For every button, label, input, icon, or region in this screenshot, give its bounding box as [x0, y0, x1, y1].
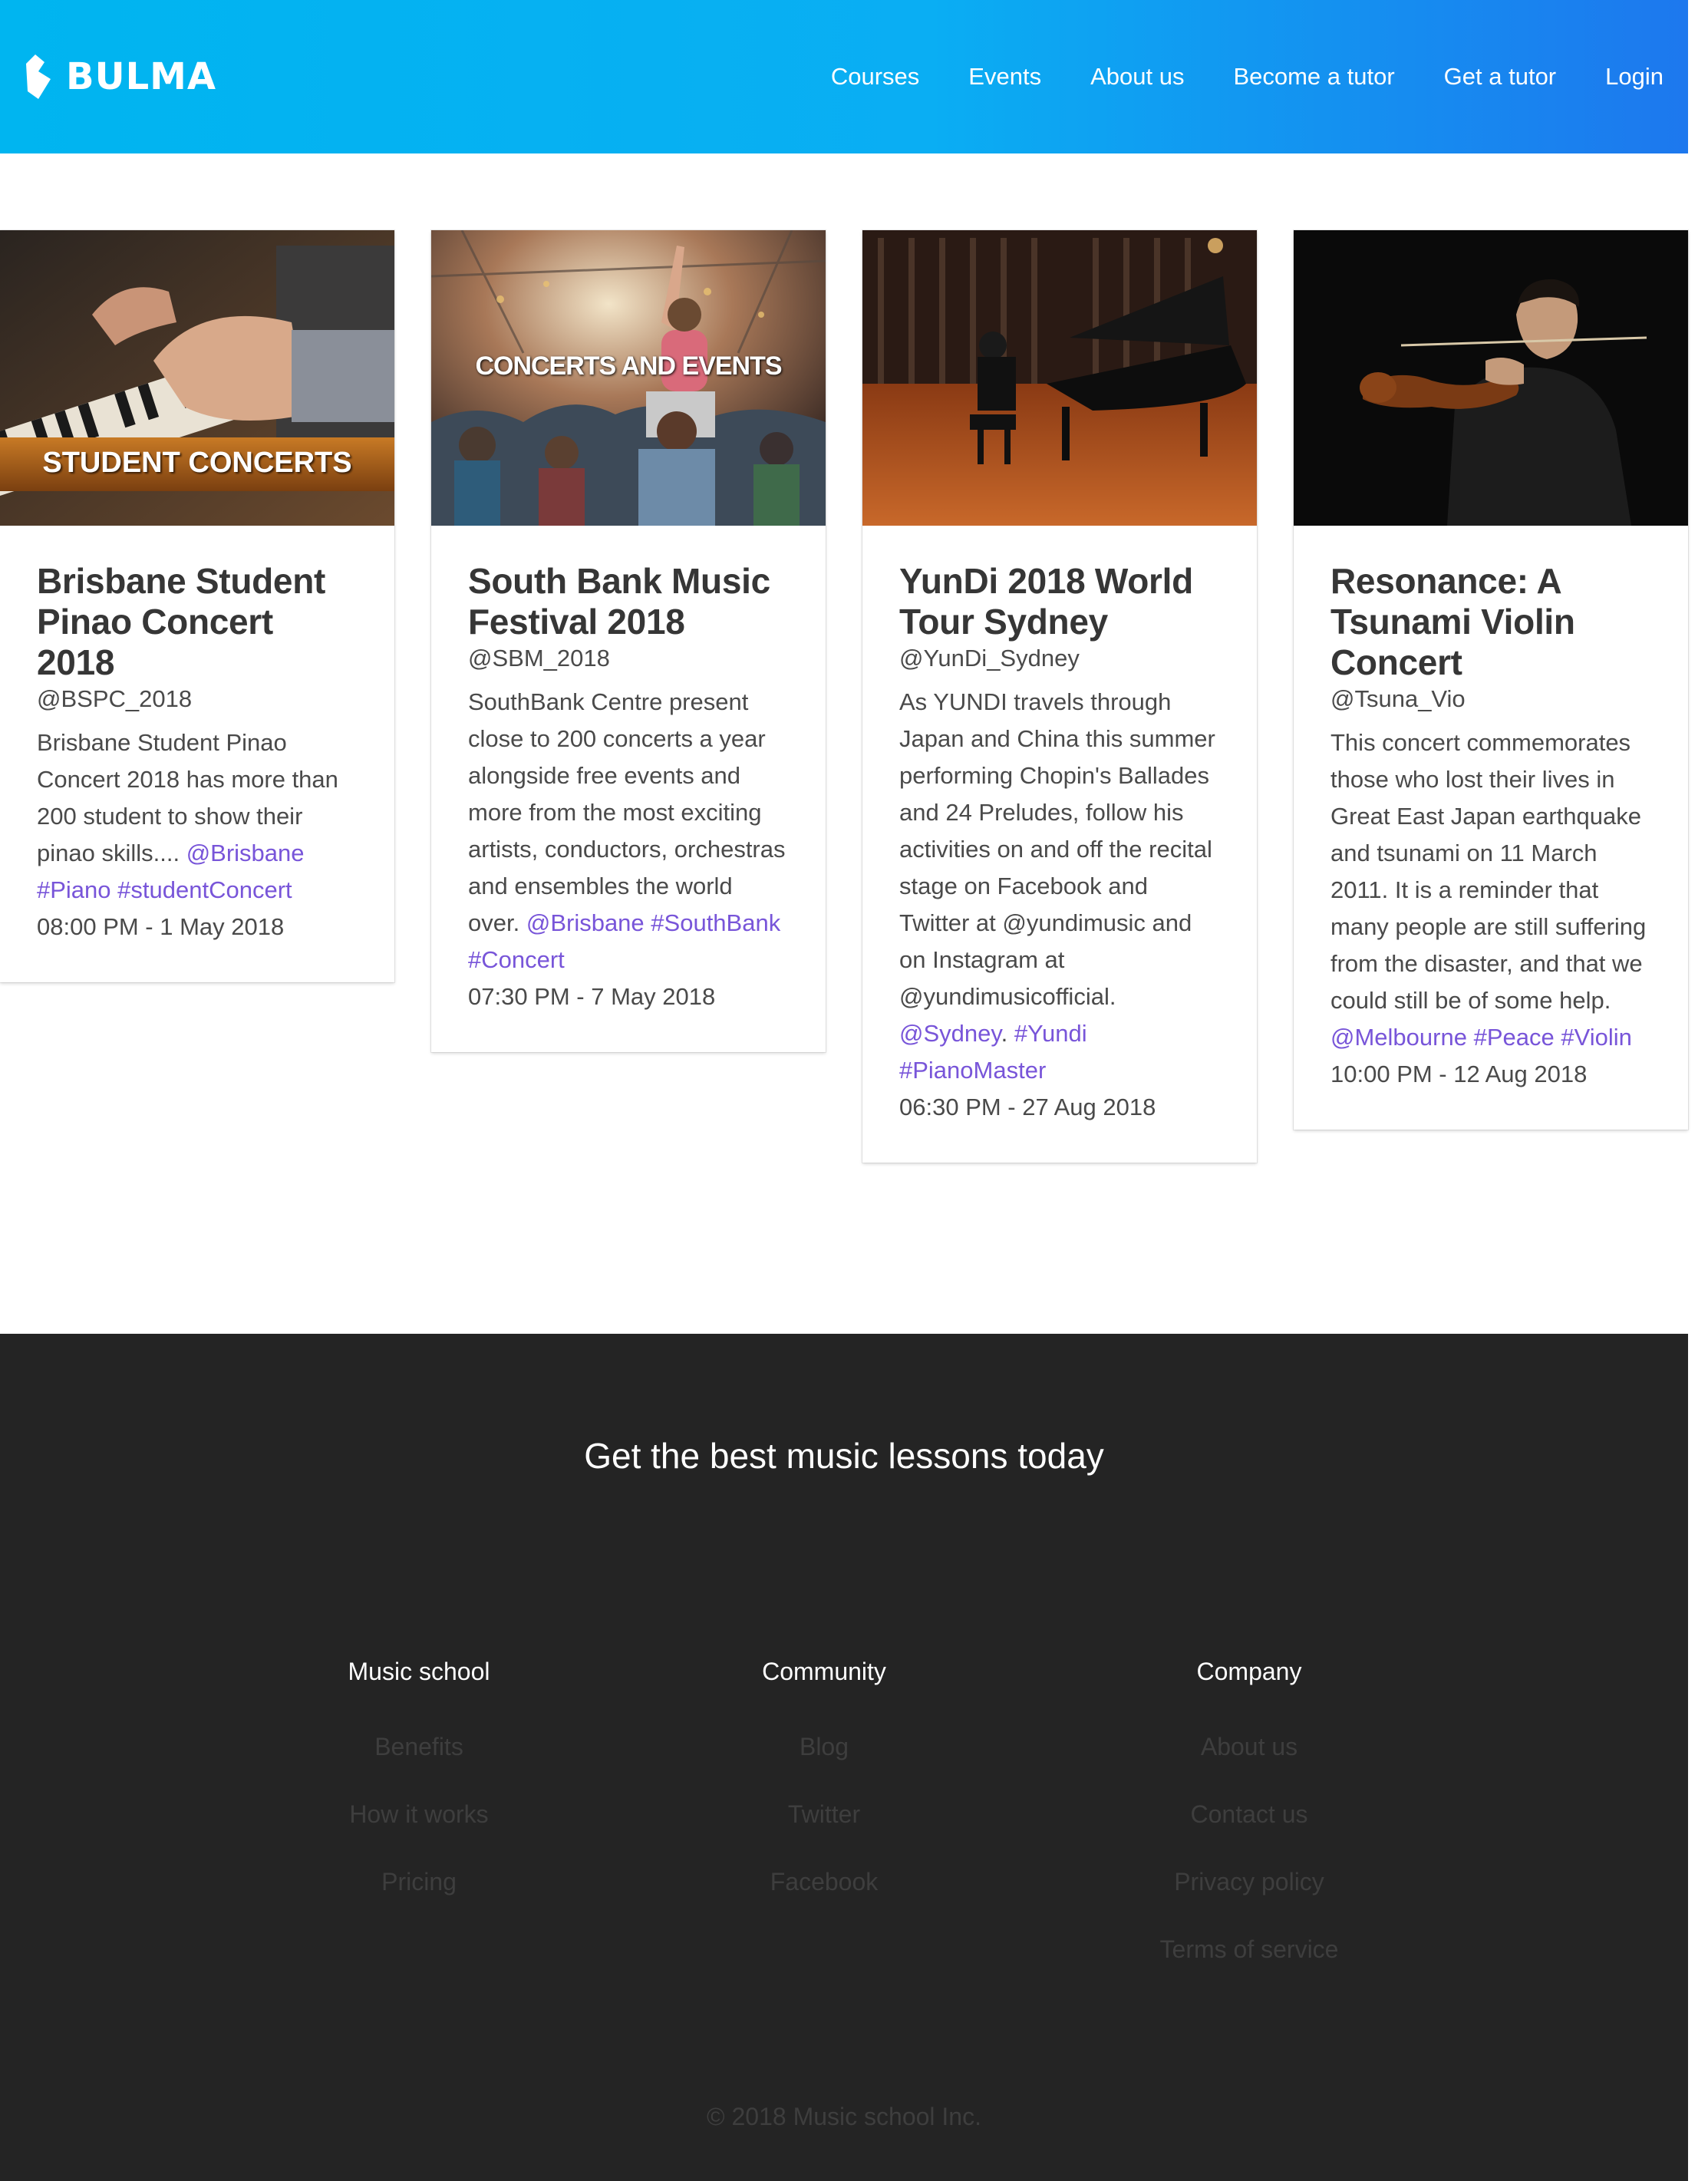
event-card: STUDENT CONCERTS Brisbane Student Pinao … [0, 230, 394, 982]
card-handle: @Tsuna_Vio [1330, 685, 1466, 712]
nav-link-events[interactable]: Events [968, 63, 1041, 91]
footer-link-about-us[interactable]: About us [1088, 1731, 1410, 1762]
tag-link[interactable]: #Piano [37, 876, 111, 903]
footer-link-blog[interactable]: Blog [663, 1731, 985, 1762]
tag-link[interactable]: #PianoMaster [899, 1057, 1046, 1084]
tag-link[interactable]: #Violin [1561, 1024, 1632, 1051]
tag-link[interactable]: @Melbourne [1330, 1024, 1467, 1051]
card-content: South Bank Music Festival 2018 @SBM_2018… [431, 526, 826, 1052]
nav-link-get-a-tutor[interactable]: Get a tutor [1444, 63, 1556, 91]
description-text: SouthBank Centre present close to 200 co… [468, 688, 786, 936]
card-time: 07:30 PM - 7 May 2018 [468, 983, 716, 1010]
footer-link-pricing[interactable]: Pricing [258, 1866, 580, 1897]
footer-column-music-school: Music school Benefits How it works Prici… [258, 1656, 580, 1934]
navbar: BULMA Courses Events About us Become a t… [0, 0, 1688, 153]
footer: Get the best music lessons today Music s… [0, 1334, 1688, 2181]
card-title: YunDi 2018 World Tour Sydney [899, 561, 1193, 642]
card-content: Resonance: A Tsunami Violin Concert @Tsu… [1294, 526, 1688, 1130]
event-image-piano-hands: STUDENT CONCERTS [0, 230, 394, 526]
footer-column-title: Community [762, 1658, 886, 1685]
footer-column-community: Community Blog Twitter Facebook [663, 1656, 985, 1934]
card-time: 08:00 PM - 1 May 2018 [37, 913, 285, 940]
card-title: South Bank Music Festival 2018 [468, 561, 770, 642]
nav-link-become-a-tutor[interactable]: Become a tutor [1233, 63, 1394, 91]
event-image-violinist [1294, 230, 1688, 526]
tag-link[interactable]: #Peace [1474, 1024, 1555, 1051]
bulma-logo-icon [26, 54, 51, 99]
copyright: © 2018 Music school Inc. [707, 2103, 981, 2130]
card-handle: @YunDi_Sydney [899, 645, 1080, 671]
nav-link-login[interactable]: Login [1605, 63, 1663, 91]
card-banner-text: STUDENT CONCERTS [42, 447, 352, 479]
tag-link[interactable]: @Sydney [899, 1020, 1001, 1047]
footer-link-how-it-works[interactable]: How it works [258, 1799, 580, 1830]
footer-link-terms-of-service[interactable]: Terms of service [1088, 1934, 1410, 1965]
card-time: 06:30 PM - 27 Aug 2018 [899, 1094, 1156, 1120]
event-image-grand-piano-stage [862, 230, 1257, 526]
tag-link[interactable]: @Brisbane [526, 909, 645, 936]
event-card: YunDi 2018 World Tour Sydney @YunDi_Sydn… [862, 230, 1257, 1163]
event-card: Resonance: A Tsunami Violin Concert @Tsu… [1294, 230, 1688, 1130]
card-content: YunDi 2018 World Tour Sydney @YunDi_Sydn… [862, 526, 1257, 1163]
nav-link-courses[interactable]: Courses [831, 63, 919, 91]
card-description: This concert commemorates those who lost… [1330, 724, 1653, 1056]
card-title: Brisbane Student Pinao Concert 2018 [37, 561, 326, 682]
footer-link-benefits[interactable]: Benefits [258, 1731, 580, 1762]
tag-link[interactable]: #Yundi [1014, 1020, 1087, 1047]
tag-link[interactable]: #SouthBank [651, 909, 780, 936]
footer-column-title: Music school [348, 1658, 490, 1685]
card-content: Brisbane Student Pinao Concert 2018 @BSP… [0, 526, 394, 982]
footer-column-title: Company [1196, 1658, 1302, 1685]
card-banner-text: CONCERTS AND EVENTS [475, 351, 782, 381]
card-handle: @BSPC_2018 [37, 685, 193, 712]
footer-headline: Get the best music lessons today [584, 1436, 1104, 1476]
card-time: 10:00 PM - 12 Aug 2018 [1330, 1061, 1588, 1087]
event-card: CONCERTS AND EVENTS South Bank Music Fes… [431, 230, 826, 1052]
brand-name: BULMA [66, 55, 217, 98]
tag-link[interactable]: #studentConcert [117, 876, 292, 903]
card-description: As YUNDI travels through Japan and China… [899, 688, 1215, 1084]
nav-link-about-us[interactable]: About us [1090, 63, 1184, 91]
tag-link[interactable]: #Concert [468, 946, 565, 973]
event-image-festival-crowd: CONCERTS AND EVENTS [431, 230, 826, 526]
footer-link-privacy-policy[interactable]: Privacy policy [1088, 1866, 1410, 1897]
card-description: SouthBank Centre present close to 200 co… [468, 684, 790, 978]
footer-link-twitter[interactable]: Twitter [663, 1799, 985, 1830]
brand-logo[interactable]: BULMA [25, 54, 216, 99]
nav-links: Courses Events About us Become a tutor G… [831, 63, 1663, 91]
footer-link-facebook[interactable]: Facebook [663, 1866, 985, 1897]
footer-link-contact-us[interactable]: Contact us [1088, 1799, 1410, 1830]
description-text: This concert commemorates those who lost… [1330, 729, 1647, 1014]
card-description: Brisbane Student Pinao Concert 2018 has … [37, 724, 359, 909]
tag-link[interactable]: @Brisbane [186, 840, 305, 866]
card-title: Resonance: A Tsunami Violin Concert [1330, 561, 1575, 682]
card-handle: @SBM_2018 [468, 645, 610, 671]
footer-column-company: Company About us Contact us Privacy poli… [1088, 1656, 1410, 2001]
description-text: As YUNDI travels through Japan and China… [899, 688, 1215, 1010]
